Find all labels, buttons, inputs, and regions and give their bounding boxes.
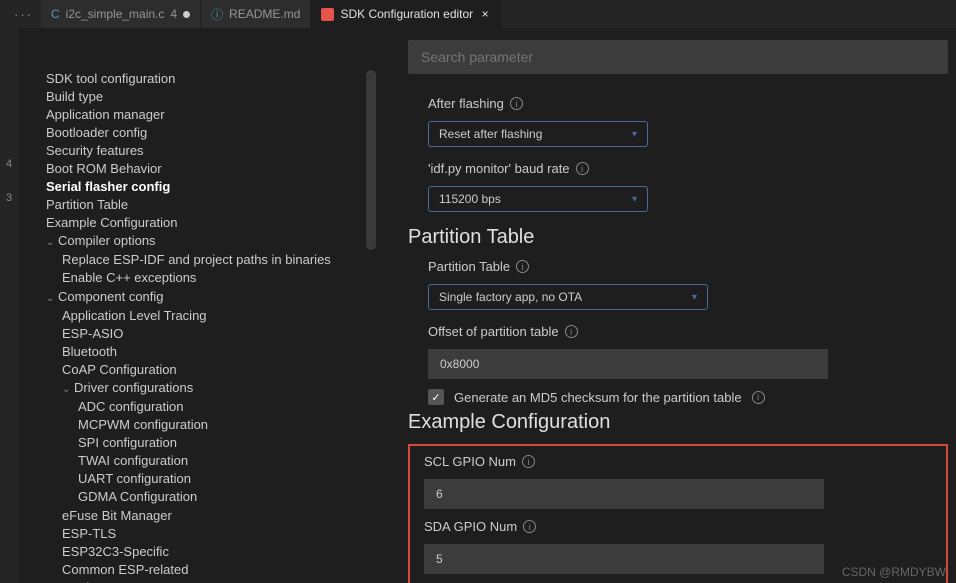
example-config-section: Example Configuration bbox=[408, 411, 948, 434]
tree-bluetooth[interactable]: Bluetooth bbox=[62, 343, 380, 361]
tree-twai[interactable]: TWAI configuration bbox=[78, 452, 380, 470]
baud-rate-label: 'idf.py monitor' baud ratei bbox=[428, 161, 948, 176]
md5-checkbox[interactable]: ✓ bbox=[428, 389, 444, 405]
tab-mod-count: 4 bbox=[170, 7, 177, 21]
c-file-icon: C bbox=[51, 7, 60, 21]
partition-table-section: Partition Table bbox=[408, 226, 948, 249]
chevron-down-icon: ▾ bbox=[632, 129, 637, 140]
tree-gdma[interactable]: GDMA Configuration bbox=[78, 488, 380, 506]
sda-gpio-input[interactable] bbox=[424, 544, 824, 574]
info-icon[interactable]: i bbox=[516, 260, 529, 273]
tree-bootloader[interactable]: Bootloader config bbox=[46, 124, 380, 142]
tree-esp32c3[interactable]: ESP32C3-Specific bbox=[62, 543, 380, 561]
tree-compiler-options[interactable]: ⌄Compiler options Replace ESP-IDF and pr… bbox=[46, 232, 380, 288]
info-icon[interactable]: i bbox=[522, 455, 535, 468]
tree-ethernet[interactable]: ⌄Ethernet Support SPI to Ethernet Module… bbox=[62, 579, 380, 583]
tab-i2c-main[interactable]: C i2c_simple_main.c 4 bbox=[41, 0, 201, 28]
tab-readme[interactable]: ⓘ README.md bbox=[201, 0, 311, 28]
search-input[interactable] bbox=[408, 40, 948, 74]
tree-build-type[interactable]: Build type bbox=[46, 88, 380, 106]
editor-tabs: ··· C i2c_simple_main.c 4 ⓘ README.md SD… bbox=[0, 0, 956, 28]
partition-table-label: Partition Tablei bbox=[428, 259, 948, 274]
baud-rate-select[interactable]: 115200 bps▾ bbox=[428, 186, 648, 212]
tree-esp-tls[interactable]: ESP-TLS bbox=[62, 525, 380, 543]
info-icon[interactable]: i bbox=[752, 391, 765, 404]
chevron-down-icon: ▾ bbox=[692, 292, 697, 303]
more-tabs[interactable]: ··· bbox=[6, 7, 41, 22]
tree-esp-asio[interactable]: ESP-ASIO bbox=[62, 325, 380, 343]
chevron-down-icon: ⌄ bbox=[46, 235, 58, 251]
partition-table-select[interactable]: Single factory app, no OTA▾ bbox=[428, 284, 708, 310]
reset-after-flashing-select[interactable]: Reset after flashing▾ bbox=[428, 121, 648, 147]
close-icon[interactable]: × bbox=[479, 8, 491, 20]
tree-app-manager[interactable]: Application manager bbox=[46, 106, 380, 124]
scl-gpio-input[interactable] bbox=[424, 479, 824, 509]
config-tree: SDK tool configuration Build type Applic… bbox=[18, 28, 380, 583]
tree-common-esp[interactable]: Common ESP-related bbox=[62, 561, 380, 579]
activity-bar: 4 3 bbox=[0, 28, 18, 583]
activity-badge-b[interactable]: 3 bbox=[0, 192, 18, 204]
chevron-down-icon: ⌄ bbox=[46, 291, 58, 307]
tree-spi[interactable]: SPI configuration bbox=[78, 434, 380, 452]
sda-gpio-label: SDA GPIO Numi bbox=[424, 519, 932, 534]
chevron-down-icon: ▾ bbox=[632, 194, 637, 205]
tree-serial-flasher[interactable]: Serial flasher config bbox=[46, 178, 380, 196]
offset-label: Offset of partition tablei bbox=[428, 324, 948, 339]
info-file-icon: ⓘ bbox=[211, 6, 223, 23]
info-icon[interactable]: i bbox=[576, 162, 589, 175]
tree-security[interactable]: Security features bbox=[46, 142, 380, 160]
md5-label: Generate an MD5 checksum for the partiti… bbox=[454, 390, 742, 405]
tree-example-config[interactable]: Example Configuration bbox=[46, 214, 380, 232]
chevron-down-icon: ⌄ bbox=[62, 382, 74, 398]
config-content: After flashingi Reset after flashing▾ 'i… bbox=[380, 28, 956, 583]
tree-sdk-tool[interactable]: SDK tool configuration bbox=[46, 70, 380, 88]
example-highlight: SCL GPIO Numi SDA GPIO Numi bbox=[408, 444, 948, 583]
tree-uart[interactable]: UART configuration bbox=[78, 470, 380, 488]
tree-mcpwm[interactable]: MCPWM configuration bbox=[78, 416, 380, 434]
tree-boot-rom[interactable]: Boot ROM Behavior bbox=[46, 160, 380, 178]
tab-sdk-config[interactable]: SDK Configuration editor × bbox=[311, 0, 502, 28]
tree-cpp-exceptions[interactable]: Enable C++ exceptions bbox=[62, 269, 380, 287]
activity-badge-a[interactable]: 4 bbox=[0, 158, 18, 170]
tab-label: SDK Configuration editor bbox=[340, 7, 473, 21]
tree-efuse[interactable]: eFuse Bit Manager bbox=[62, 507, 380, 525]
watermark: CSDN @RMDYBW bbox=[842, 565, 946, 579]
tab-label: i2c_simple_main.c bbox=[66, 7, 165, 21]
info-icon[interactable]: i bbox=[565, 325, 578, 338]
info-icon[interactable]: i bbox=[510, 97, 523, 110]
tab-label: README.md bbox=[229, 7, 300, 21]
after-flashing-label: After flashingi bbox=[428, 96, 948, 111]
tree-component-config[interactable]: ⌄Component config Application Level Trac… bbox=[46, 288, 380, 583]
unsaved-dot-icon bbox=[183, 11, 190, 18]
scl-gpio-label: SCL GPIO Numi bbox=[424, 454, 932, 469]
tree-coap[interactable]: CoAP Configuration bbox=[62, 361, 380, 379]
tree-partition-table[interactable]: Partition Table bbox=[46, 196, 380, 214]
tree-replace-paths[interactable]: Replace ESP-IDF and project paths in bin… bbox=[62, 251, 380, 269]
offset-input[interactable] bbox=[428, 349, 828, 379]
sdk-icon bbox=[321, 8, 334, 21]
tree-driver-configs[interactable]: ⌄Driver configurations ADC configuration… bbox=[62, 379, 380, 507]
tree-app-tracing[interactable]: Application Level Tracing bbox=[62, 307, 380, 325]
tree-adc[interactable]: ADC configuration bbox=[78, 398, 380, 416]
info-icon[interactable]: i bbox=[523, 520, 536, 533]
